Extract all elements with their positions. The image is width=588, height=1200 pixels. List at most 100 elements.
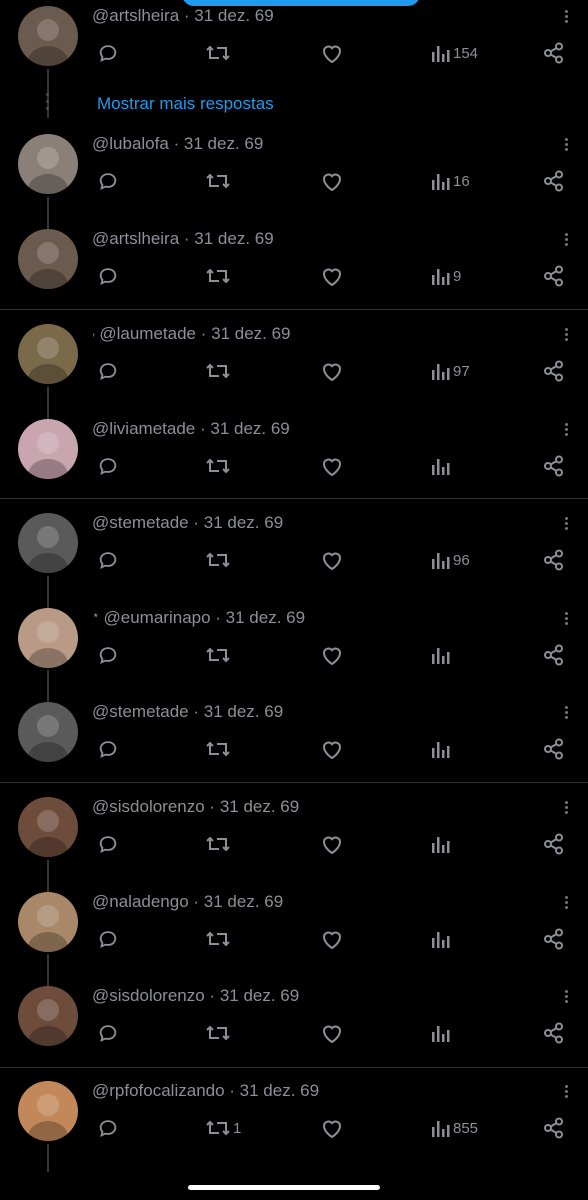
- more-icon[interactable]: [560, 421, 572, 441]
- reply-button[interactable]: [97, 38, 119, 68]
- handle[interactable]: @sisdolorenzo: [92, 986, 205, 1005]
- share-button[interactable]: [543, 545, 565, 575]
- views-button[interactable]: 855: [431, 1113, 478, 1143]
- handle[interactable]: @sisdolorenzo: [92, 797, 205, 816]
- more-icon[interactable]: [560, 8, 572, 28]
- post-date[interactable]: 31 dez. 69: [204, 702, 283, 721]
- retweet-button[interactable]: [205, 734, 231, 764]
- views-button[interactable]: [431, 829, 451, 859]
- post-date[interactable]: 31 dez. 69: [220, 797, 299, 816]
- post-date[interactable]: 31 dez. 69: [204, 513, 283, 532]
- retweet-button[interactable]: 1: [205, 1113, 241, 1143]
- share-button[interactable]: [543, 1018, 565, 1048]
- post-date[interactable]: 31 dez. 69: [194, 6, 273, 25]
- retweet-button[interactable]: [205, 38, 231, 68]
- post-date[interactable]: 31 dez. 69: [211, 324, 290, 343]
- like-button[interactable]: [320, 261, 344, 291]
- post-date[interactable]: 31 dez. 69: [184, 134, 263, 153]
- post-date[interactable]: 31 dez. 69: [204, 892, 283, 911]
- handle[interactable]: @naladengo: [92, 892, 189, 911]
- views-button[interactable]: 96: [431, 545, 470, 575]
- like-button[interactable]: [320, 924, 344, 954]
- action-bar: [0, 924, 588, 954]
- like-button[interactable]: [320, 545, 344, 575]
- like-button[interactable]: [320, 38, 344, 68]
- more-icon[interactable]: [560, 610, 572, 630]
- retweet-button[interactable]: [205, 829, 231, 859]
- handle[interactable]: @rpfofocalizando: [92, 1081, 225, 1100]
- reply-button[interactable]: [97, 734, 119, 764]
- like-button[interactable]: [320, 1018, 344, 1048]
- reply-button[interactable]: [97, 1018, 119, 1048]
- like-button[interactable]: [320, 829, 344, 859]
- views-button[interactable]: [431, 734, 451, 764]
- retweet-button[interactable]: [205, 1018, 231, 1048]
- retweet-button[interactable]: [205, 924, 231, 954]
- handle[interactable]: @stemetade: [92, 513, 189, 532]
- share-button[interactable]: [543, 356, 565, 386]
- share-button[interactable]: [543, 640, 565, 670]
- more-icon[interactable]: [560, 231, 572, 251]
- views-button[interactable]: 154: [431, 38, 478, 68]
- views-button[interactable]: 9: [431, 261, 461, 291]
- handle[interactable]: @liviametade: [92, 419, 195, 438]
- more-icon[interactable]: [560, 515, 572, 535]
- handle[interactable]: @eumarinapo: [104, 608, 211, 627]
- retweet-button[interactable]: [205, 640, 231, 670]
- post-date[interactable]: 31 dez. 69: [220, 986, 299, 1005]
- retweet-icon: [205, 1022, 231, 1044]
- views-button[interactable]: 16: [431, 166, 470, 196]
- retweet-button[interactable]: [205, 451, 231, 481]
- like-button[interactable]: [320, 734, 344, 764]
- share-button[interactable]: [543, 924, 565, 954]
- reply-button[interactable]: [97, 451, 119, 481]
- reply-button[interactable]: [97, 829, 119, 859]
- more-icon[interactable]: [560, 894, 572, 914]
- retweet-button[interactable]: [205, 356, 231, 386]
- reply-button[interactable]: [97, 166, 119, 196]
- reply-button[interactable]: [97, 924, 119, 954]
- post-date[interactable]: 31 dez. 69: [240, 1081, 319, 1100]
- more-icon[interactable]: [560, 326, 572, 346]
- reply-button[interactable]: [97, 545, 119, 575]
- views-button[interactable]: [431, 1018, 451, 1048]
- retweet-button[interactable]: [205, 166, 231, 196]
- share-button[interactable]: [543, 829, 565, 859]
- handle[interactable]: @artslheira: [92, 229, 179, 248]
- retweet-button[interactable]: [205, 545, 231, 575]
- like-button[interactable]: [320, 1113, 344, 1143]
- share-button[interactable]: [543, 1113, 565, 1143]
- reply-button[interactable]: [97, 1113, 119, 1143]
- share-button[interactable]: [543, 38, 565, 68]
- views-button[interactable]: [431, 640, 451, 670]
- handle[interactable]: @laumetade: [99, 324, 196, 343]
- views-button[interactable]: [431, 451, 451, 481]
- reply-icon: [97, 170, 119, 192]
- views-button[interactable]: 97: [431, 356, 470, 386]
- post-date[interactable]: 31 dez. 69: [194, 229, 273, 248]
- reply-button[interactable]: [97, 261, 119, 291]
- reply-button[interactable]: [97, 640, 119, 670]
- more-icon[interactable]: [560, 799, 572, 819]
- more-icon[interactable]: [560, 1083, 572, 1103]
- retweet-button[interactable]: [205, 261, 231, 291]
- post-date[interactable]: 31 dez. 69: [210, 419, 289, 438]
- post-date[interactable]: 31 dez. 69: [226, 608, 305, 627]
- more-icon[interactable]: [560, 136, 572, 156]
- handle[interactable]: @lubalofa: [92, 134, 169, 153]
- show-more-replies-link[interactable]: Mostrar mais respostas: [97, 94, 274, 114]
- share-button[interactable]: [543, 734, 565, 764]
- like-button[interactable]: [320, 166, 344, 196]
- share-button[interactable]: [543, 261, 565, 291]
- share-button[interactable]: [543, 451, 565, 481]
- reply-button[interactable]: [97, 356, 119, 386]
- like-button[interactable]: [320, 451, 344, 481]
- more-icon[interactable]: [560, 988, 572, 1008]
- views-button[interactable]: [431, 924, 451, 954]
- like-button[interactable]: [320, 356, 344, 386]
- handle[interactable]: @artslheira: [92, 6, 179, 25]
- more-icon[interactable]: [560, 704, 572, 724]
- like-button[interactable]: [320, 640, 344, 670]
- share-button[interactable]: [543, 166, 565, 196]
- handle[interactable]: @stemetade: [92, 702, 189, 721]
